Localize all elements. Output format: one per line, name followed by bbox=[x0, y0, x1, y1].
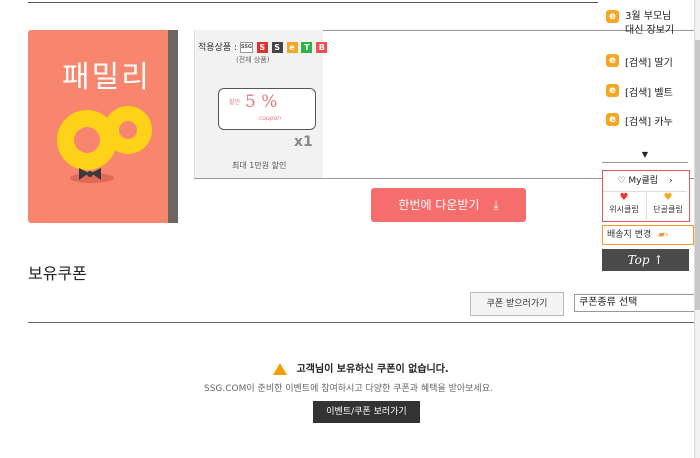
history-more-button[interactable]: ▼ bbox=[602, 148, 688, 163]
apply-label: 적용상품 : bbox=[198, 43, 238, 53]
history-item-1[interactable]: e 3월 부모님대신 장보기 bbox=[606, 10, 698, 36]
book-spine bbox=[168, 30, 178, 223]
section-title: 보유쿠폰 bbox=[28, 264, 87, 283]
history-item-4[interactable]: e [검색] 카누 bbox=[606, 113, 698, 137]
emart-icon: e bbox=[606, 10, 619, 23]
empty-message-text: 고객님이 보유하신 쿠폰이 없습니다. bbox=[296, 364, 449, 375]
scrollbar-thumb[interactable] bbox=[695, 40, 700, 310]
s-store-icon: S bbox=[271, 42, 283, 53]
myclip-label: My클립 bbox=[628, 176, 659, 186]
apply-stores: 적용상품 : SSG S S e T B bbox=[198, 40, 328, 53]
change-address-button[interactable]: 배송지 변경 ▰› bbox=[602, 225, 694, 245]
section-divider bbox=[28, 322, 698, 323]
empty-message: 고객님이 보유하신 쿠폰이 없습니다. bbox=[273, 360, 449, 375]
history-label: [검색] 딸기 bbox=[625, 58, 673, 69]
caret-down-icon: ▼ bbox=[641, 150, 649, 159]
max-discount: 최대 1만원 할인 bbox=[232, 161, 287, 170]
truck-icon: ▰› bbox=[658, 230, 669, 240]
coupon-ticket: 할인 5 % coupon bbox=[218, 88, 316, 130]
history-item-3[interactable]: e [검색] 벨트 bbox=[606, 84, 698, 108]
regular-clip-button[interactable]: ♥ 단골클립 bbox=[646, 192, 689, 219]
coupon-count: x1 bbox=[294, 134, 313, 150]
emart-store-icon: e bbox=[286, 42, 298, 53]
myclip-button[interactable]: ♡ My클립 › bbox=[603, 171, 687, 192]
coupon-type-select[interactable]: 쿠폰종류 선택 bbox=[574, 294, 700, 312]
heart-red-icon: ♥ bbox=[619, 192, 629, 203]
scroll-top-button[interactable]: Top ↑ bbox=[602, 249, 689, 271]
coupon-word: coupon bbox=[259, 115, 282, 122]
boots-store-icon: B bbox=[316, 42, 328, 53]
download-icon: ⤓ bbox=[493, 198, 499, 212]
emart-icon: e bbox=[606, 84, 619, 97]
traders-store-icon: T bbox=[301, 42, 313, 53]
emart-icon: e bbox=[606, 54, 619, 67]
chevron-right-icon: › bbox=[668, 176, 673, 186]
ssg-store-icon: SSG bbox=[239, 42, 253, 53]
book-title: 패밀리 bbox=[62, 60, 151, 95]
change-address-label: 배송지 변경 bbox=[607, 230, 652, 240]
wish-clip-button[interactable]: ♥ 위시클립 bbox=[603, 192, 645, 219]
history-item-2[interactable]: e [검색] 딸기 bbox=[606, 54, 698, 78]
wish-clip-label: 위시클립 bbox=[609, 205, 639, 214]
coupon-prefix: 할인 bbox=[229, 99, 241, 106]
heart-icon: ♡ bbox=[617, 176, 626, 186]
download-all-label: 한번에 다운받기 bbox=[398, 198, 480, 212]
heart-yellow-icon: ♥ bbox=[663, 192, 673, 203]
get-coupon-button[interactable]: 쿠폰 받으러가기 bbox=[470, 292, 564, 316]
infinity-logo-icon bbox=[57, 106, 152, 183]
history-label: [검색] 벨트 bbox=[625, 88, 673, 99]
top-divider bbox=[28, 2, 598, 3]
history-label: [검색] 카누 bbox=[625, 117, 673, 128]
history-label: 3월 부모님 bbox=[625, 11, 672, 22]
shinsegae-store-icon: S bbox=[256, 42, 268, 53]
coupon-value: 5 % bbox=[245, 92, 278, 112]
warning-icon bbox=[273, 363, 287, 375]
view-events-button[interactable]: 이벤트/쿠폰 보러가기 bbox=[313, 401, 420, 423]
empty-description: SSG.COM이 준비한 이벤트에 참여하시고 다양한 쿠폰과 혜택을 받아보세… bbox=[204, 384, 493, 394]
download-all-button[interactable]: 한번에 다운받기 ⤓ bbox=[371, 188, 526, 222]
coupon-scope: (전체 상품) bbox=[236, 56, 270, 64]
emart-icon: e bbox=[606, 113, 619, 126]
regular-clip-label: 단골클립 bbox=[653, 205, 683, 214]
history-label-2: 대신 장보기 bbox=[625, 25, 675, 36]
